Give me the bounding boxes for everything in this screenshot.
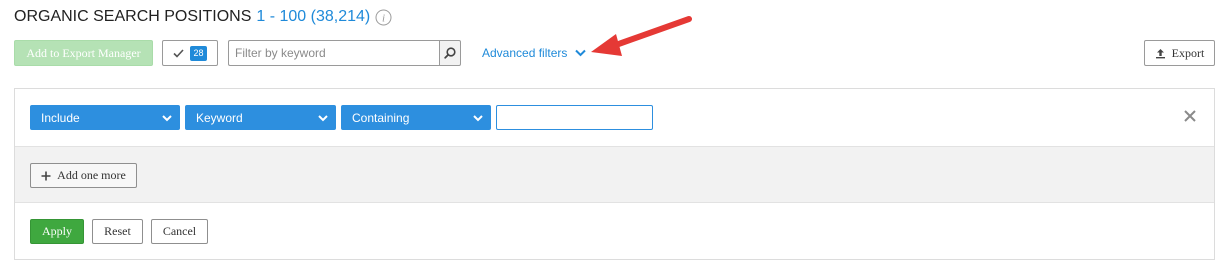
add-condition-row: Add one more [15, 146, 1214, 203]
include-exclude-select[interactable]: Include [30, 105, 180, 130]
filter-condition-select[interactable]: Containing [341, 105, 491, 130]
add-to-export-manager-button[interactable]: Add to Export Manager [14, 40, 153, 66]
close-icon[interactable] [1183, 109, 1197, 123]
filter-value-input[interactable] [496, 105, 653, 130]
advanced-filters-label: Advanced filters [482, 46, 568, 60]
plus-icon [41, 171, 51, 180]
advanced-filters-panel: Include Keyword Containing Add one more … [14, 88, 1215, 260]
info-icon[interactable]: i [375, 9, 392, 26]
chevron-down-icon [318, 115, 328, 122]
export-label: Export [1171, 45, 1205, 60]
select-rows-button[interactable]: 28 [162, 40, 218, 66]
apply-button[interactable]: Apply [30, 219, 84, 244]
checkmark-icon [173, 48, 184, 58]
search-button[interactable] [439, 40, 461, 66]
filter-condition-row: Include Keyword Containing [15, 89, 1214, 146]
upload-icon [1155, 48, 1165, 58]
filter-condition-value: Containing [352, 110, 410, 125]
cancel-button[interactable]: Cancel [151, 219, 208, 244]
reset-button[interactable]: Reset [92, 219, 143, 244]
filter-actions-row: Apply Reset Cancel [15, 203, 1214, 260]
selected-count-badge: 28 [190, 45, 207, 61]
add-one-more-label: Add one more [57, 168, 126, 182]
search-icon [444, 47, 456, 59]
chevron-down-icon [473, 115, 483, 122]
page-title: ORGANIC SEARCH POSITIONS [14, 8, 252, 25]
annotation-arrow-icon [591, 16, 692, 56]
keyword-filter-input[interactable] [228, 40, 439, 66]
export-button[interactable]: Export [1144, 40, 1215, 66]
page-header: ORGANIC SEARCH POSITIONS 1 - 100 (38,214… [14, 7, 392, 27]
chevron-down-icon [162, 115, 172, 122]
results-range[interactable]: 1 - 100 (38,214) [256, 8, 370, 26]
advanced-filters-toggle[interactable]: Advanced filters [482, 44, 587, 62]
filter-field-select[interactable]: Keyword [185, 105, 336, 130]
include-exclude-value: Include [41, 110, 80, 125]
keyword-search [228, 40, 461, 66]
svg-text:i: i [382, 12, 385, 24]
add-one-more-button[interactable]: Add one more [30, 163, 137, 188]
filter-field-value: Keyword [196, 110, 243, 125]
